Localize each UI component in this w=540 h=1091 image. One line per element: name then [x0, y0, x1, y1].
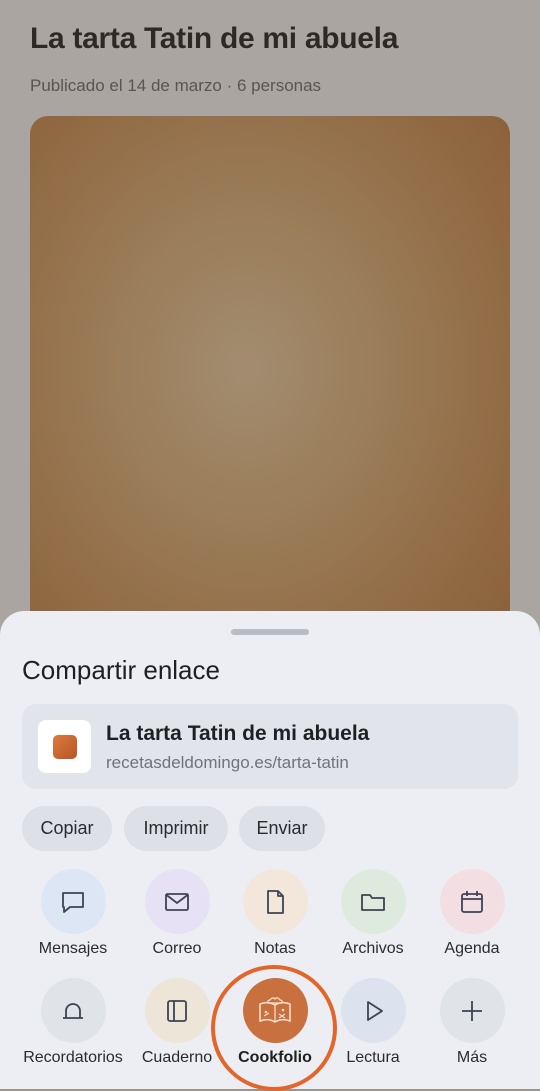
share-app-agenda[interactable]: Agenda	[422, 869, 522, 958]
app-label: Mensajes	[38, 940, 108, 957]
link-title: La tarta Tatin de mi abuela	[106, 722, 370, 745]
app-label: Notas	[254, 940, 296, 957]
document-icon	[267, 889, 284, 914]
app-label: Lectura	[346, 1049, 400, 1066]
folder-icon	[361, 893, 385, 911]
app-label: Archivos	[342, 940, 404, 957]
sheet-title: Compartir enlace	[22, 655, 220, 685]
envelope-icon	[165, 892, 189, 911]
app-label: Cuaderno	[141, 1049, 213, 1066]
share-app-notas[interactable]: Notas	[225, 869, 325, 958]
highlight-ring	[211, 965, 337, 1091]
app-icon-bg	[340, 869, 406, 934]
app-label: Recordatorios	[23, 1049, 123, 1066]
bell-icon	[63, 1002, 83, 1019]
link-thumbnail	[38, 720, 91, 773]
app-label: Correo	[152, 940, 202, 957]
link-url: recetasdeldomingo.es/tarta-tatin	[106, 753, 349, 772]
share-app-correo[interactable]: Correo	[127, 869, 227, 958]
app-icon-bg	[144, 869, 210, 934]
calendar-icon	[461, 890, 483, 913]
app-icon-bg	[40, 978, 106, 1043]
print-button[interactable]: Imprimir	[124, 806, 228, 851]
share-app-mas[interactable]: Más	[422, 978, 522, 1067]
send-button[interactable]: Enviar	[239, 806, 325, 851]
drag-handle[interactable]	[231, 629, 309, 635]
app-icon-bg	[439, 869, 505, 934]
site-icon	[52, 734, 77, 759]
copy-button[interactable]: Copiar	[22, 806, 112, 851]
play-icon	[367, 1000, 383, 1021]
share-app-lectura[interactable]: Lectura	[323, 978, 423, 1067]
link-preview-card: La tarta Tatin de mi abuela recetasdeldo…	[22, 704, 518, 789]
share-app-mensajes[interactable]: Mensajes	[23, 869, 123, 958]
share-app-recordatorios[interactable]: Recordatorios	[23, 978, 123, 1067]
app-icon-bg	[242, 869, 308, 934]
app-icon-bg	[439, 978, 505, 1043]
app-icon-bg	[340, 978, 406, 1043]
app-icon-bg	[144, 978, 210, 1043]
app-label: Más	[456, 1049, 488, 1066]
share-app-archivos[interactable]: Archivos	[323, 869, 423, 958]
app-label: Agenda	[444, 940, 500, 957]
message-bubble-icon	[62, 891, 84, 913]
app-icon-bg	[40, 869, 106, 934]
plus-icon	[462, 1000, 482, 1021]
notebook-icon	[167, 999, 187, 1022]
